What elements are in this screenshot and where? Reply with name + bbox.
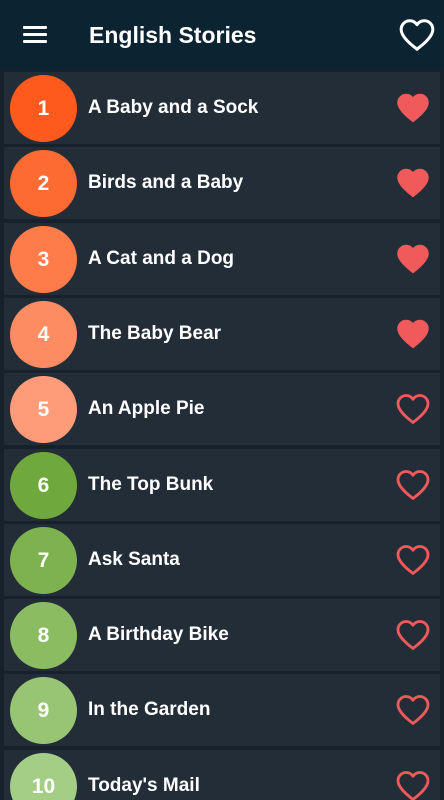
- story-title: Today's Mail: [88, 774, 200, 796]
- story-number-badge: 4: [10, 300, 77, 368]
- story-title: A Baby and a Sock: [88, 97, 259, 118]
- story-number-badge: 5: [10, 376, 77, 444]
- story-title: Ask Santa: [88, 548, 180, 570]
- story-list-item[interactable]: 10 Today's Mail: [4, 749, 440, 800]
- story-title: A Birthday Bike: [88, 624, 229, 646]
- heart-filled-icon[interactable]: [394, 316, 432, 352]
- app-screen: English Stories 1 A Baby and a Sock 2 Birds…: [0, 0, 444, 800]
- story-number-badge: 10: [10, 752, 77, 800]
- hamburger-menu-icon[interactable]: [14, 14, 56, 56]
- story-title: The Baby Bear: [88, 322, 222, 344]
- story-list-item[interactable]: 8 A Birthday Bike: [4, 599, 440, 672]
- story-number-badge: 8: [10, 602, 77, 670]
- story-list-item[interactable]: 6 The Top Bunk: [4, 448, 440, 521]
- story-number-badge: 1: [10, 75, 77, 142]
- story-number-badge: 7: [10, 526, 77, 594]
- story-number-badge: 3: [10, 225, 77, 293]
- heart-outline-icon[interactable]: [394, 692, 432, 728]
- story-number-badge: 9: [10, 677, 77, 745]
- heart-outline-icon[interactable]: [394, 768, 432, 800]
- story-list-item[interactable]: 4 The Baby Bear: [4, 297, 440, 370]
- story-number-badge: 2: [10, 150, 77, 218]
- story-list-item[interactable]: 1 A Baby and a Sock: [4, 72, 440, 144]
- story-list-item[interactable]: 7 Ask Santa: [4, 523, 440, 596]
- heart-outline-icon[interactable]: [394, 617, 432, 653]
- story-number-badge: 6: [10, 451, 77, 519]
- favorites-heart-icon[interactable]: [398, 16, 436, 54]
- heart-outline-icon[interactable]: [394, 467, 432, 503]
- story-title: The Top Bunk: [88, 473, 214, 495]
- story-title: A Cat and a Dog: [88, 247, 235, 269]
- story-list-item[interactable]: 5 An Apple Pie: [4, 373, 440, 446]
- heart-filled-icon[interactable]: [394, 165, 432, 201]
- story-title: In the Garden: [88, 699, 211, 721]
- menu-bar: [23, 33, 47, 36]
- menu-bar: [23, 40, 47, 43]
- story-title: Birds and a Baby: [88, 172, 244, 194]
- heart-filled-icon[interactable]: [394, 90, 432, 126]
- app-toolbar: English Stories: [0, 0, 444, 70]
- heart-outline-icon[interactable]: [394, 542, 432, 578]
- menu-bar: [23, 26, 47, 29]
- story-list: 1 A Baby and a Sock 2 Birds and a Baby 3 A Ca…: [0, 70, 444, 800]
- story-list-item[interactable]: 3 A Cat and a Dog: [4, 222, 440, 295]
- heart-outline-icon[interactable]: [394, 391, 432, 427]
- story-title: An Apple Pie: [88, 398, 205, 420]
- story-list-item[interactable]: 2 Birds and a Baby: [4, 147, 440, 220]
- heart-filled-icon[interactable]: [394, 241, 432, 277]
- page-title: English Stories: [89, 22, 257, 48]
- story-list-item[interactable]: 9 In the Garden: [4, 674, 440, 747]
